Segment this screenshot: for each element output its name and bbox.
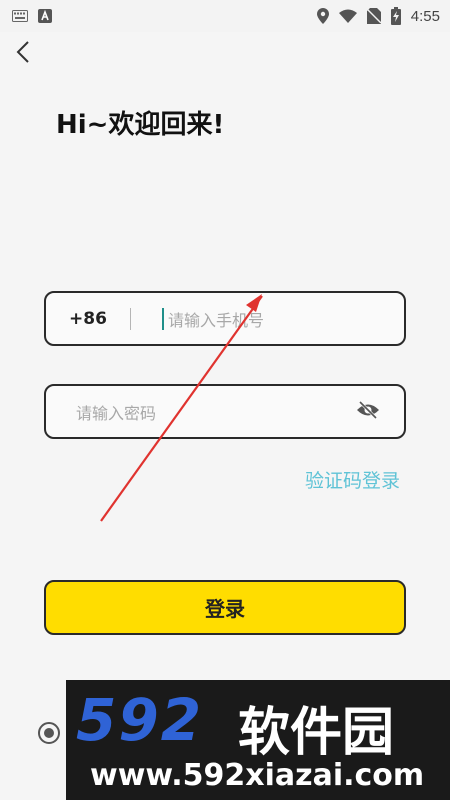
field-divider — [130, 307, 131, 330]
password-input[interactable]: 请输入密码 — [76, 400, 156, 424]
wifi-icon — [338, 9, 357, 23]
battery-charging-icon — [390, 7, 401, 25]
watermark-banner: 592 软件园 www.592xiazai.com — [66, 680, 450, 800]
no-sim-icon — [366, 8, 381, 24]
location-icon — [316, 8, 329, 24]
watermark-url: www.592xiazai.com — [90, 758, 425, 793]
login-button[interactable]: 登录 — [44, 580, 406, 635]
watermark-logo-text: 软件园 — [238, 703, 395, 763]
radio-dot — [44, 728, 54, 738]
watermark-logo-number: 592 — [76, 686, 204, 754]
page-title: Hi~欢迎回来! — [56, 110, 225, 140]
status-time: 4:55 — [410, 7, 440, 25]
agreement-radio[interactable] — [38, 722, 60, 744]
text-cursor — [162, 307, 164, 330]
phone-input[interactable]: 请输入手机号 — [168, 307, 264, 331]
chevron-left-icon — [16, 41, 30, 67]
phone-field[interactable]: +86 请输入手机号 — [44, 291, 406, 346]
country-code-selector[interactable]: +86 — [46, 309, 130, 329]
back-button[interactable] — [10, 40, 36, 68]
password-field[interactable]: 请输入密码 — [44, 384, 406, 439]
a-notification-icon — [38, 9, 52, 23]
code-login-link[interactable]: 验证码登录 — [305, 466, 400, 493]
eye-off-icon[interactable] — [356, 400, 380, 424]
keyboard-icon — [12, 10, 28, 22]
status-bar: 4:55 — [0, 0, 450, 32]
